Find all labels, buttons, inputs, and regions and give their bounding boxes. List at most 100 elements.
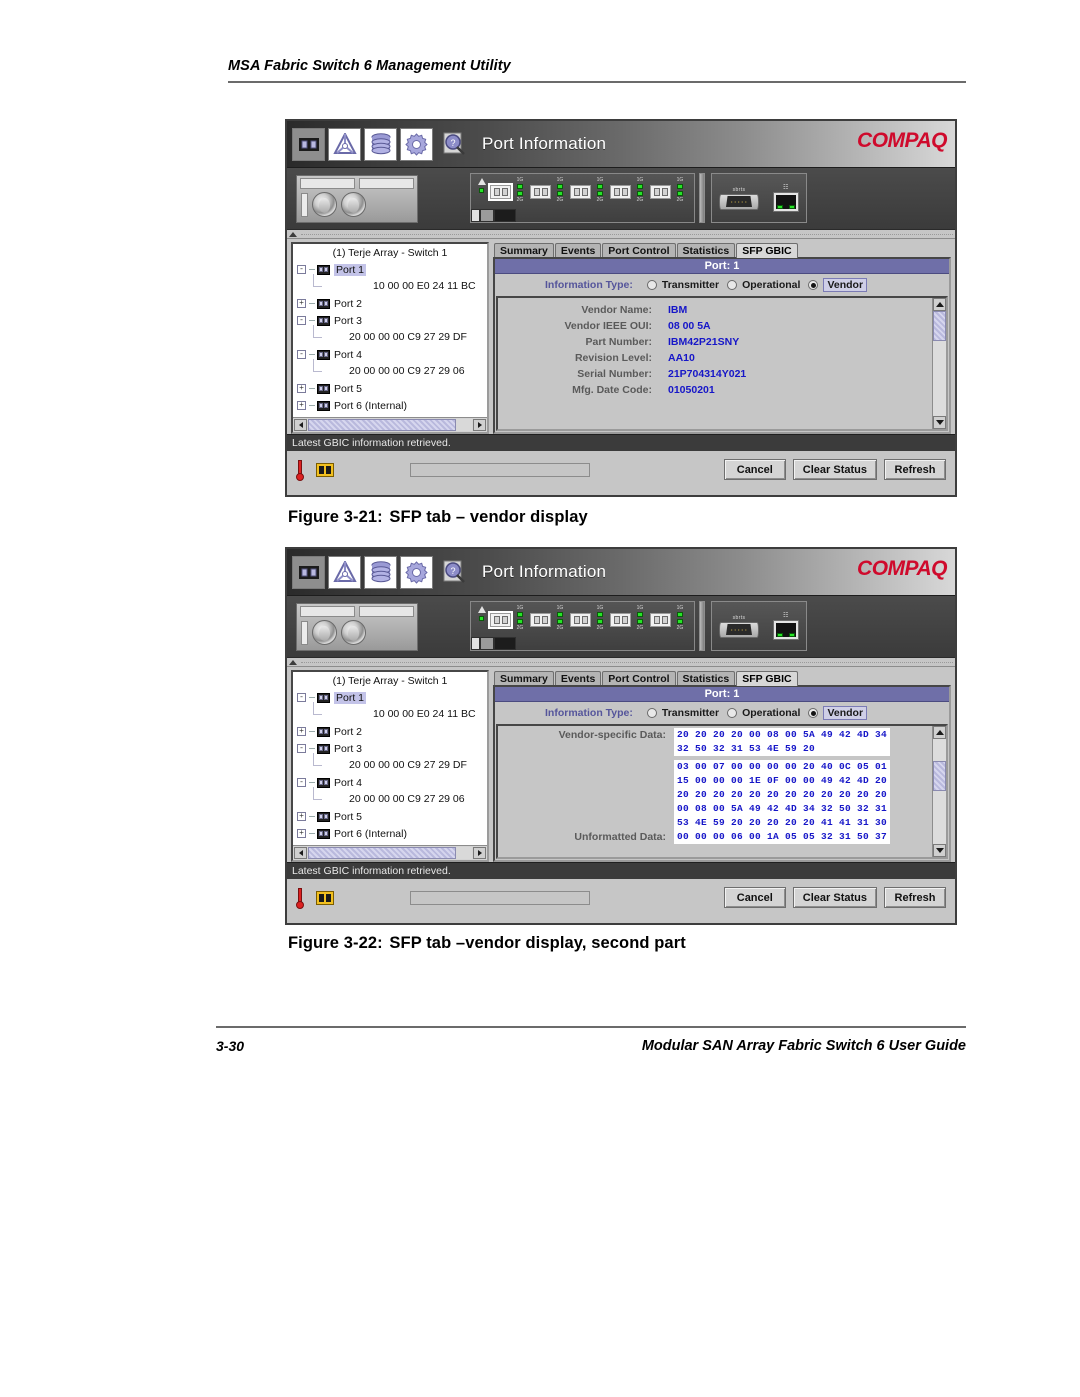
clear-status-button[interactable]: Clear Status <box>792 887 877 908</box>
port-tree[interactable]: (1) Terje Array - Switch 1 - Port 1 10 0… <box>291 670 489 862</box>
tree-node-port-5[interactable]: + Port 5 <box>293 808 487 825</box>
gear-settings-icon[interactable] <box>400 127 433 161</box>
tab-sfp-gbic[interactable]: SFP GBIC <box>736 671 798 686</box>
tree-node-port-6[interactable]: + Port 6 (Internal) <box>293 825 487 842</box>
port-information-window-1: ? Port Information COMPAQ 1G 2G 1G 2G 1G… <box>285 119 957 497</box>
radio-transmitter[interactable]: Transmitter <box>646 279 719 291</box>
magnifier-info-icon[interactable]: ? <box>436 128 472 161</box>
tree-node-port-2[interactable]: + Port 2 <box>293 295 487 312</box>
radio-icon[interactable] <box>808 280 819 290</box>
radio-operational[interactable]: Operational <box>727 707 800 719</box>
radio-vendor[interactable]: Vendor <box>808 706 868 720</box>
radio-icon[interactable] <box>808 708 819 718</box>
sfp-port[interactable]: 1G 2G <box>610 177 647 203</box>
tree-toggle[interactable]: - <box>297 778 306 787</box>
tab-statistics[interactable]: Statistics <box>676 671 736 686</box>
tab-statistics[interactable]: Statistics <box>676 243 736 258</box>
tree-toggle[interactable]: - <box>297 265 306 274</box>
tab-port-control[interactable]: Port Control <box>602 243 676 258</box>
tree-wwn-value: 20 00 00 00 C9 27 29 DF <box>293 325 487 346</box>
radio-operational[interactable]: Operational <box>727 279 800 291</box>
tree-horizontal-scrollbar[interactable] <box>293 845 487 860</box>
gear-settings-icon[interactable] <box>400 555 433 589</box>
fabric-topology-icon[interactable] <box>328 127 361 161</box>
tab-summary[interactable]: Summary <box>494 671 554 686</box>
sfp-port[interactable]: 1G 2G <box>570 605 607 631</box>
fabric-topology-icon[interactable] <box>328 555 361 589</box>
tree-node-port-1[interactable]: - Port 1 <box>293 689 487 706</box>
scroll-thumb[interactable] <box>308 419 456 431</box>
port-tree[interactable]: (1) Terje Array - Switch 1 - Port 1 10 0… <box>291 242 489 434</box>
detail-vertical-scrollbar[interactable] <box>932 726 946 857</box>
tree-horizontal-scrollbar[interactable] <box>293 417 487 432</box>
tree-node-port-4[interactable]: - Port 4 <box>293 774 487 791</box>
sfp-port[interactable]: 1G 2G <box>650 605 687 631</box>
radio-icon[interactable] <box>646 708 657 718</box>
radio-icon[interactable] <box>646 280 657 290</box>
tree-toggle[interactable]: - <box>297 744 306 753</box>
information-type-label: Information Type: <box>545 279 633 291</box>
radio-icon[interactable] <box>727 708 738 718</box>
detail-vertical-scrollbar[interactable] <box>932 298 946 429</box>
tab-sfp-gbic[interactable]: SFP GBIC <box>736 243 798 258</box>
radio-transmitter[interactable]: Transmitter <box>646 707 719 719</box>
cancel-button[interactable]: Cancel <box>723 887 786 908</box>
tab-events[interactable]: Events <box>554 671 602 686</box>
tree-node-port-4[interactable]: - Port 4 <box>293 346 487 363</box>
refresh-button[interactable]: Refresh <box>884 459 946 480</box>
scroll-thumb[interactable] <box>933 761 946 791</box>
tree-toggle[interactable]: - <box>297 350 306 359</box>
sfp-port[interactable]: 1G 2G <box>610 605 647 631</box>
sfp-port[interactable]: 1G 2G <box>488 605 527 631</box>
sfp-port[interactable]: 1G 2G <box>530 177 567 203</box>
tab-summary[interactable]: Summary <box>494 243 554 258</box>
scroll-thumb[interactable] <box>933 311 946 341</box>
scroll-left-button[interactable] <box>294 847 307 859</box>
panel-scrollbar[interactable] <box>287 230 955 239</box>
radio-vendor[interactable]: Vendor <box>808 278 868 292</box>
warning-triangle-icon <box>477 606 486 613</box>
sfp-port[interactable]: 1G 2G <box>650 177 687 203</box>
port-node-icon <box>317 726 330 737</box>
scroll-up-button[interactable] <box>933 298 946 311</box>
sfp-port[interactable]: 1G 2G <box>530 605 567 631</box>
scroll-left-button[interactable] <box>294 419 307 431</box>
tree-node-label: Port 1 <box>334 263 367 276</box>
tree-toggle[interactable]: + <box>297 299 306 308</box>
radio-icon[interactable] <box>727 280 738 290</box>
database-icon[interactable] <box>364 555 397 589</box>
tree-toggle[interactable]: + <box>297 829 306 838</box>
scroll-down-button[interactable] <box>933 416 946 429</box>
sfp-port[interactable]: 1G 2G <box>488 177 527 203</box>
scroll-right-button[interactable] <box>473 847 486 859</box>
ports-icon[interactable] <box>292 127 325 161</box>
cancel-button[interactable]: Cancel <box>723 459 786 480</box>
tree-toggle[interactable]: + <box>297 727 306 736</box>
tree-node-port-1[interactable]: - Port 1 <box>293 261 487 278</box>
scroll-thumb[interactable] <box>308 847 456 859</box>
tree-toggle[interactable]: + <box>297 384 306 393</box>
tree-node-port-2[interactable]: + Port 2 <box>293 723 487 740</box>
tree-toggle[interactable]: + <box>297 401 306 410</box>
refresh-button[interactable]: Refresh <box>884 887 946 908</box>
database-icon[interactable] <box>364 127 397 161</box>
scroll-down-button[interactable] <box>933 844 946 857</box>
radio-label: Vendor <box>823 706 868 720</box>
magnifier-info-icon[interactable]: ? <box>436 556 472 589</box>
sfp-port[interactable]: 1G 2G <box>570 177 607 203</box>
tab-port-control[interactable]: Port Control <box>602 671 676 686</box>
scroll-up-button[interactable] <box>933 726 946 739</box>
clear-status-button[interactable]: Clear Status <box>792 459 877 480</box>
tree-node-port-5[interactable]: + Port 5 <box>293 380 487 397</box>
scroll-right-button[interactable] <box>473 419 486 431</box>
tree-node-port-3[interactable]: - Port 3 <box>293 312 487 329</box>
tree-toggle[interactable]: + <box>297 812 306 821</box>
tree-node-port-6[interactable]: + Port 6 (Internal) <box>293 397 487 414</box>
tree-node-port-3[interactable]: - Port 3 <box>293 740 487 757</box>
panel-scrollbar[interactable] <box>287 658 955 667</box>
ports-icon[interactable] <box>292 555 325 589</box>
switch-panel-graphic: 1G 2G 1G 2G 1G 2G 1G 2G 1G 2G sbrts • • • • •… <box>287 596 955 658</box>
tab-events[interactable]: Events <box>554 243 602 258</box>
tree-toggle[interactable]: - <box>297 693 306 702</box>
tree-toggle[interactable]: - <box>297 316 306 325</box>
